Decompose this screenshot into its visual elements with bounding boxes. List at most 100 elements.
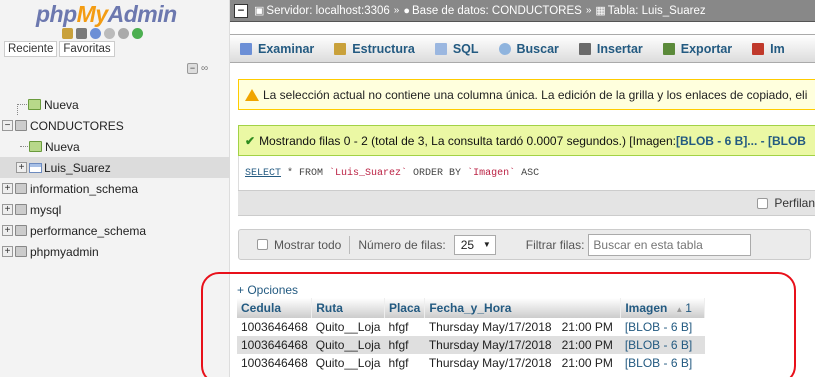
column-header-fecha-y-hora[interactable]: Fecha_y_Hora: [424, 298, 622, 318]
breadcrumb-separator: »: [585, 5, 592, 16]
notice-text: La selección actual no contiene una colu…: [263, 87, 808, 102]
breadcrumb-table[interactable]: ▦ Tabla: Luis_Suarez: [595, 4, 706, 18]
divider: [349, 235, 351, 254]
collapse-icon[interactable]: −: [2, 120, 13, 131]
collapse-all-button[interactable]: −: [187, 63, 198, 74]
logo-admin: Admin: [107, 1, 178, 27]
database-icon: [15, 225, 27, 236]
tab-import[interactable]: Im: [752, 42, 785, 56]
rows-select[interactable]: 25 ▼: [453, 234, 496, 255]
nav-tool-icons: [62, 28, 143, 39]
cell-imagen-blob[interactable]: [BLOB - 6 B]: [620, 354, 705, 372]
tab-browse-label: Examinar: [258, 41, 315, 56]
tab-import-label: Im: [770, 41, 785, 56]
success-text: Mostrando filas 0 - 2 (total de 3, La co…: [259, 133, 676, 148]
tree-label-information-schema: information_schema: [30, 181, 139, 196]
column-header-imagen[interactable]: Imagen ▲ 1: [620, 298, 706, 318]
column-header-placa[interactable]: Placa: [384, 298, 426, 318]
table-row: 1003646468 Quito__Loja hfgf Thursday May…: [237, 318, 705, 336]
show-all-checkbox[interactable]: [257, 239, 268, 250]
tree-label-mysql: mysql: [30, 202, 62, 217]
tree-label-performance-schema: performance_schema: [30, 223, 147, 238]
expand-icon[interactable]: +: [2, 246, 13, 257]
cell-imagen-blob[interactable]: [BLOB - 6 B]: [620, 318, 705, 336]
tab-sql[interactable]: SQL: [434, 42, 479, 56]
phpmyadmin-logo[interactable]: phpMyAdmin: [36, 1, 177, 28]
expand-icon[interactable]: +: [2, 204, 13, 215]
navigation-panel: phpMyAdmin Reciente Favoritas − ∞ Nueva …: [0, 0, 230, 377]
cell-imagen-blob[interactable]: [BLOB - 6 B]: [620, 336, 705, 354]
column-header-cedula[interactable]: Cedula: [237, 298, 313, 318]
expand-icon[interactable]: +: [2, 225, 13, 236]
column-header-label: Fecha_y_Hora: [429, 301, 512, 315]
tab-insert-label: Insertar: [596, 41, 643, 56]
sql-query-box[interactable]: SELECT * FROM `Luis_Suarez` ORDER BY `Im…: [238, 156, 815, 190]
expand-icon[interactable]: +: [16, 162, 27, 173]
cell-placa: hfgf: [384, 336, 425, 354]
tab-search[interactable]: Buscar: [498, 42, 559, 56]
query-icon[interactable]: [90, 28, 101, 39]
tree-item-information-schema[interactable]: + information_schema: [0, 178, 230, 199]
tab-structure[interactable]: Estructura: [334, 42, 415, 56]
logout-icon[interactable]: [76, 28, 87, 39]
filter-rows-input[interactable]: [588, 233, 752, 256]
logo-php: php: [36, 1, 77, 27]
link-with-main-icon[interactable]: ∞: [201, 63, 208, 74]
main-panel: − ▣ Servidor: localhost:3306 » ● Base de d…: [230, 0, 815, 377]
column-header-label: Placa: [388, 301, 421, 315]
column-header-label: Imagen: [625, 301, 668, 315]
tab-structure-label: Estructura: [352, 41, 415, 56]
tree-item-conductores-new[interactable]: Nueva: [0, 136, 230, 157]
reload-icon[interactable]: [132, 28, 143, 39]
success-bold: [BLOB - 6 B]... - [BLOB: [675, 133, 806, 148]
tab-browse[interactable]: Examinar: [240, 42, 314, 56]
tree-label-phpmyadmin: phpmyadmin: [30, 244, 99, 259]
tab-recent[interactable]: Reciente: [4, 41, 58, 57]
collapse-breadcrumb-button[interactable]: −: [234, 3, 248, 18]
sql-icon: [434, 42, 447, 55]
warning-icon: [245, 88, 259, 101]
sql-keyword[interactable]: SELECT: [245, 168, 281, 179]
filter-rows-label: Filtrar filas:: [525, 237, 585, 252]
database-icon: [15, 120, 27, 131]
cell-ruta: Quito__Loja: [311, 354, 385, 372]
tree-item-new[interactable]: Nueva: [0, 94, 230, 115]
server-icon: ▣: [254, 5, 265, 17]
search-icon: [498, 42, 511, 55]
breadcrumb-database[interactable]: ● Base de datos: CONDUCTORES: [403, 5, 581, 17]
column-header-ruta[interactable]: Ruta: [311, 298, 385, 318]
tree-item-luis-suarez[interactable]: + Luis_Suarez: [0, 157, 230, 178]
breadcrumb: − ▣ Servidor: localhost:3306 » ● Base de d…: [230, 0, 815, 22]
home-icon[interactable]: [62, 28, 73, 39]
export-icon: [662, 42, 675, 55]
sql-table: `Luis_Suarez`: [329, 167, 408, 179]
settings-icon[interactable]: [118, 28, 129, 39]
tree-label-conductores: CONDUCTORES: [30, 118, 124, 133]
tree-label-new: Nueva: [44, 97, 79, 112]
breadcrumb-table-label: Tabla: Luis_Suarez: [607, 4, 706, 17]
tree-item-phpmyadmin[interactable]: + phpmyadmin: [0, 241, 230, 262]
tree-item-mysql[interactable]: + mysql: [0, 199, 230, 220]
breadcrumb-server[interactable]: ▣ Servidor: localhost:3306: [254, 4, 390, 18]
tab-insert[interactable]: Insertar: [578, 41, 643, 56]
database-icon: [15, 246, 27, 257]
database-tree: Nueva − CONDUCTORES Nueva + Luis_Suarez …: [0, 94, 230, 262]
results-area: + Opciones Cedula Ruta Placa Fecha_y_Hor…: [237, 283, 706, 372]
tree-item-performance-schema[interactable]: + performance_schema: [0, 220, 230, 241]
options-link[interactable]: + Opciones: [237, 283, 705, 297]
tree-item-conductores[interactable]: − CONDUCTORES: [0, 115, 230, 136]
tab-export[interactable]: Exportar: [662, 42, 732, 56]
tab-favorites[interactable]: Favoritas: [59, 41, 115, 57]
cell-placa: hfgf: [384, 354, 425, 372]
docs-icon[interactable]: [104, 28, 115, 39]
profiling-checkbox[interactable]: [757, 197, 769, 209]
cell-fecha: Thursday May/17/2018 21:00 PM: [424, 336, 621, 354]
rows-label: Número de filas:: [358, 237, 446, 252]
sql-part: ASC: [515, 167, 540, 179]
import-icon: [752, 42, 765, 55]
database-icon: ●: [403, 4, 411, 17]
expand-icon[interactable]: +: [2, 183, 13, 194]
sql-part: ORDER BY: [407, 167, 468, 179]
logo-my: My: [76, 1, 108, 27]
table-row: 1003646468 Quito__Loja hfgf Thursday May…: [237, 354, 705, 372]
